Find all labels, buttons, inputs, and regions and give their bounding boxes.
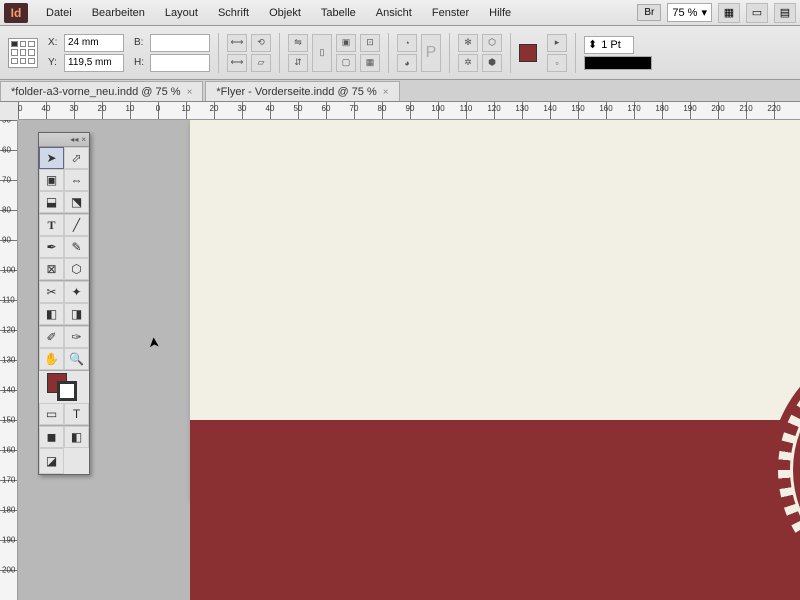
rectangle-tool[interactable]: ⬡	[64, 258, 89, 280]
direct-selection-tool[interactable]: ⬀	[64, 147, 89, 169]
close-icon[interactable]: ×	[81, 135, 86, 144]
type-tool[interactable]: T	[39, 214, 64, 236]
line-tool[interactable]: ╱	[64, 214, 89, 236]
bridge-button[interactable]: Br	[637, 4, 661, 21]
menu-bar: Id Datei Bearbeiten Layout Schrift Objek…	[0, 0, 800, 26]
free-transform-tool[interactable]: ✦	[64, 281, 89, 303]
fill-stroke-swatch[interactable]	[39, 371, 89, 403]
swatch-dropdown-icon[interactable]: ▸	[547, 34, 567, 52]
text-wrap-bound-icon[interactable]: ✲	[458, 54, 478, 72]
screen-mode-tool[interactable]: ◪	[39, 448, 64, 474]
fit-frame-icon[interactable]: ▢	[336, 54, 356, 72]
pencil-tool[interactable]: ✎	[64, 236, 89, 258]
app-logo: Id	[4, 3, 28, 23]
center-content-icon[interactable]: ⊡	[360, 34, 380, 52]
h-label: H:	[134, 57, 148, 68]
text-wrap-shape-icon[interactable]: ⬡	[482, 34, 502, 52]
menu-tabelle[interactable]: Tabelle	[311, 3, 366, 23]
paragraph-icon[interactable]: P	[421, 34, 441, 72]
menu-bearbeiten[interactable]: Bearbeiten	[82, 3, 155, 23]
ellipse-corner-icon[interactable]: ◔	[397, 34, 417, 52]
apply-color-icon[interactable]: ◼	[39, 426, 64, 448]
view-options-icon[interactable]: ▦	[718, 3, 740, 23]
text-wrap-jump-icon[interactable]: ⬢	[482, 54, 502, 72]
gradient-feather-tool[interactable]: ◨	[64, 303, 89, 325]
stroke-style-select[interactable]	[584, 56, 652, 70]
formatting-container-icon[interactable]: ▭	[39, 403, 64, 425]
screen-mode-icon[interactable]: ▭	[746, 3, 768, 23]
shear-icon[interactable]: ▱	[251, 54, 271, 72]
height-field[interactable]	[150, 54, 210, 72]
scale-y-icon[interactable]: ⟷	[227, 54, 247, 72]
document-tab[interactable]: *folder-a3-vorne_neu.indd @ 75 %×	[0, 81, 203, 101]
badge-graphic: C MÜ	[770, 340, 800, 600]
control-bar: X: Y: B: H: ⟷ ⟷ ⟲ ▱ ⇋ ⇵ ▯ ▣ ▢ ⊡ ▦ ◔ ◕ P …	[0, 26, 800, 80]
scissors-tool[interactable]: ✂	[39, 281, 64, 303]
menu-objekt[interactable]: Objekt	[259, 3, 311, 23]
vertical-ruler[interactable]: 5060708090100110120130140150160170180190…	[0, 120, 18, 600]
mouse-cursor: ➤	[145, 336, 163, 349]
swatch-none-icon[interactable]: ▫	[547, 54, 567, 72]
content-collector-tool[interactable]: ⬓	[39, 191, 64, 213]
container-icon[interactable]: ▯	[312, 34, 332, 72]
formatting-text-icon[interactable]: T	[64, 403, 89, 425]
flip-vertical-icon[interactable]: ⇵	[288, 54, 308, 72]
menu-ansicht[interactable]: Ansicht	[366, 3, 422, 23]
fill-frame-icon[interactable]: ▦	[360, 54, 380, 72]
menu-schrift[interactable]: Schrift	[208, 3, 259, 23]
text-wrap-none-icon[interactable]: ✻	[458, 34, 478, 52]
y-field[interactable]	[64, 54, 124, 72]
content-placer-tool[interactable]: ⬔	[64, 191, 89, 213]
x-label: X:	[48, 37, 62, 48]
stroke-weight-field[interactable]: ⬍1 Pt	[584, 36, 634, 54]
hand-tool[interactable]: ✋	[39, 348, 64, 370]
reference-point-selector[interactable]	[8, 38, 38, 68]
eyedropper-tool[interactable]: ✑	[64, 326, 89, 348]
menu-layout[interactable]: Layout	[155, 3, 208, 23]
zoom-tool[interactable]: 🔍	[64, 348, 89, 370]
document-tab[interactable]: *Flyer - Vorderseite.indd @ 75 %×	[205, 81, 399, 101]
rotate-icon[interactable]: ⟲	[251, 34, 271, 52]
document-page[interactable]: C MÜ	[190, 120, 800, 500]
y-label: Y:	[48, 57, 62, 68]
pen-tool[interactable]: ✒	[39, 236, 64, 258]
rectangle-frame-tool[interactable]: ⊠	[39, 258, 64, 280]
menu-fenster[interactable]: Fenster	[422, 3, 479, 23]
page-red-band	[190, 420, 800, 600]
collapse-icon[interactable]: ◂◂	[70, 135, 78, 144]
selection-tool[interactable]: ➤	[39, 147, 64, 169]
flip-horizontal-icon[interactable]: ⇋	[288, 34, 308, 52]
tools-panel-header[interactable]: ◂◂×	[39, 133, 89, 147]
document-tab-bar: *folder-a3-vorne_neu.indd @ 75 %× *Flyer…	[0, 80, 800, 102]
canvas-area[interactable]: C MÜ	[18, 120, 800, 600]
horizontal-ruler[interactable]: 5040302010010203040506070809010011012013…	[18, 102, 800, 120]
close-icon[interactable]: ×	[383, 87, 389, 98]
close-icon[interactable]: ×	[187, 87, 193, 98]
menu-hilfe[interactable]: Hilfe	[479, 3, 521, 23]
x-field[interactable]	[64, 34, 124, 52]
gradient-swatch-tool[interactable]: ◧	[39, 303, 64, 325]
corner-options-icon[interactable]: ◕	[397, 54, 417, 72]
b-label: B:	[134, 37, 148, 48]
width-field[interactable]	[150, 34, 210, 52]
gap-tool[interactable]: ⇔	[64, 169, 89, 191]
note-tool[interactable]: ✐	[39, 326, 64, 348]
fit-content-icon[interactable]: ▣	[336, 34, 356, 52]
scale-x-icon[interactable]: ⟷	[227, 34, 247, 52]
zoom-level-select[interactable]: 75 %▾	[667, 3, 712, 22]
page-tool[interactable]: ▣	[39, 169, 64, 191]
tools-panel: ◂◂× ➤ ⬀ ▣ ⇔ ⬓ ⬔ T ╱ ✒ ✎ ⊠ ⬡ ✂ ✦ ◧ ◨ ✐ ✑ …	[38, 132, 90, 475]
arrange-documents-icon[interactable]: ▤	[774, 3, 796, 23]
apply-gradient-icon[interactable]: ◧	[64, 426, 89, 448]
fill-swatch[interactable]	[519, 44, 537, 62]
menu-datei[interactable]: Datei	[36, 3, 82, 23]
